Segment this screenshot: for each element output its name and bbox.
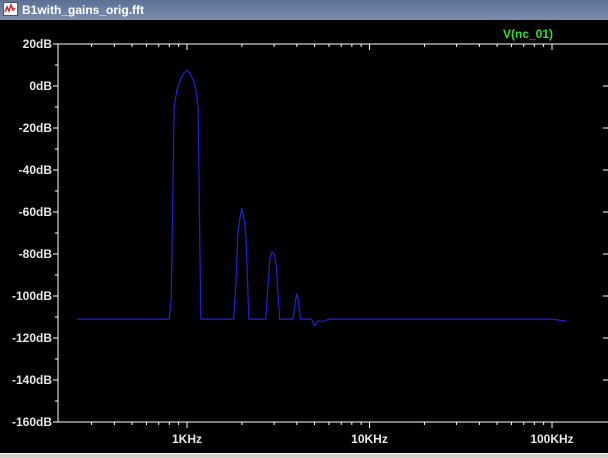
y-tick-label: -20dB — [19, 121, 53, 135]
x-tick-label: 100KHz — [530, 432, 573, 446]
trace-label[interactable]: V(nc_01) — [503, 27, 553, 41]
y-tick-label: -40dB — [19, 163, 53, 177]
y-tick-label: -60dB — [19, 205, 53, 219]
y-tick-label: -80dB — [19, 247, 53, 261]
y-tick-label: 0dB — [29, 79, 52, 93]
y-tick-label: 20dB — [23, 37, 53, 51]
window-title: B1with_gains_orig.fft — [22, 3, 145, 17]
x-tick-label: 1KHz — [172, 432, 202, 446]
y-tick-label: -160dB — [12, 415, 52, 429]
y-tick-label: -140dB — [12, 373, 52, 387]
status-strip — [0, 453, 608, 458]
x-tick-label: 10KHz — [351, 432, 388, 446]
y-tick-label: -120dB — [12, 331, 52, 345]
fft-chart[interactable]: 20dB 0dB -20dB -40dB -60dB -80dB -100dB -120dB -… — [0, 20, 608, 453]
window-titlebar[interactable]: B1with_gains_orig.fft — [0, 0, 608, 21]
waveform-icon — [3, 2, 18, 16]
y-tick-label: -100dB — [12, 289, 52, 303]
plot-pane[interactable]: 20dB 0dB -20dB -40dB -60dB -80dB -100dB -120dB -… — [0, 20, 608, 453]
plot-background — [0, 20, 608, 453]
